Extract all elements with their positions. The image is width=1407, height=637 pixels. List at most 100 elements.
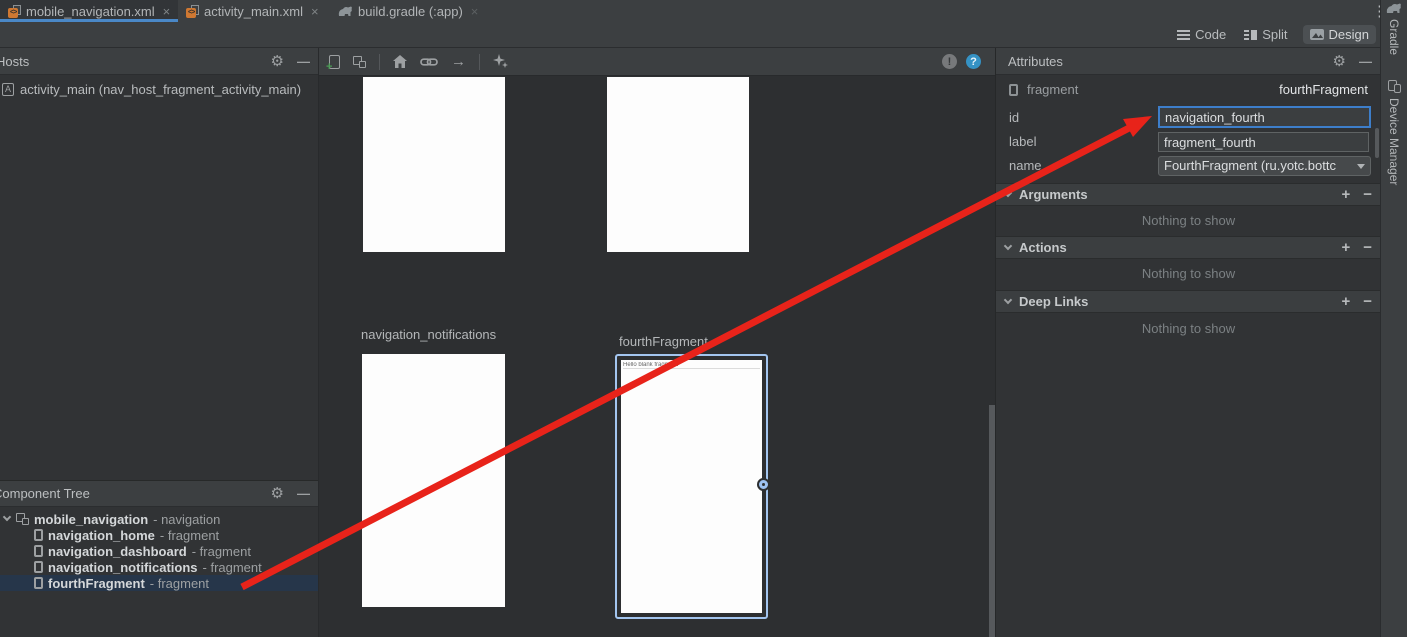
gradle-icon xyxy=(338,6,353,17)
selected-component-row: fragment fourthFragment xyxy=(996,75,1380,105)
design-icon xyxy=(1310,29,1324,40)
nested-graph-icon[interactable] xyxy=(353,56,366,68)
selection-action-handle[interactable] xyxy=(759,480,768,489)
hide-panel-icon[interactable]: — xyxy=(297,54,310,69)
auto-arrange-icon[interactable] xyxy=(493,54,508,69)
label-input[interactable] xyxy=(1158,132,1369,152)
xml-file-icon: <> xyxy=(8,5,21,18)
design-mode-button[interactable]: Design xyxy=(1303,25,1376,44)
destination-preview-notifications[interactable] xyxy=(362,354,505,607)
tab-activity-main[interactable]: <> activity_main.xml × xyxy=(178,0,330,22)
section-arguments[interactable]: Arguments + − xyxy=(996,183,1381,206)
tree-item-navigation-dashboard[interactable]: navigation_dashboard - fragment xyxy=(0,543,318,559)
section-title: Arguments xyxy=(1019,187,1088,202)
tree-item-navigation-home[interactable]: navigation_home - fragment xyxy=(0,527,318,543)
code-mode-button[interactable]: Code xyxy=(1174,25,1229,44)
fragment-icon xyxy=(1009,84,1018,96)
gradle-icon xyxy=(1386,3,1402,14)
tree-item-name: navigation_home xyxy=(48,528,155,543)
tab-label: build.gradle (:app) xyxy=(358,4,463,19)
fragment-icon xyxy=(34,529,43,541)
destination-preview-dashboard[interactable] xyxy=(607,77,749,252)
add-icon[interactable]: + xyxy=(1341,239,1350,256)
fragment-preview-text: Hello blank fragment xyxy=(623,362,760,369)
activity-icon: A xyxy=(2,83,14,96)
deep-link-icon[interactable] xyxy=(420,57,438,67)
tab-label: mobile_navigation.xml xyxy=(26,4,155,19)
remove-icon[interactable]: − xyxy=(1363,293,1372,310)
add-icon[interactable]: + xyxy=(1341,293,1350,310)
destination-preview-home[interactable] xyxy=(363,77,505,252)
attributes-scrollbar[interactable] xyxy=(1375,128,1379,158)
device-manager-icon xyxy=(1388,80,1401,93)
action-arrow-icon[interactable]: → xyxy=(451,54,466,69)
toolbar-separator xyxy=(479,54,480,70)
hosts-panel-title: Hosts xyxy=(0,54,29,69)
chevron-down-icon xyxy=(1004,296,1012,304)
add-icon[interactable]: + xyxy=(1341,186,1350,203)
split-mode-label: Split xyxy=(1262,27,1287,42)
id-field-label: id xyxy=(1009,110,1019,125)
split-mode-button[interactable]: Split xyxy=(1241,25,1290,44)
gear-icon[interactable]: ⚙ xyxy=(271,486,284,501)
hide-panel-icon[interactable]: — xyxy=(297,486,310,501)
close-icon[interactable]: × xyxy=(163,4,171,19)
tree-item-navigation-notifications[interactable]: navigation_notifications - fragment xyxy=(0,559,318,575)
android-studio-navigation-editor: <> mobile_navigation.xml × <> activity_m… xyxy=(0,0,1407,637)
deep-links-empty-text: Nothing to show xyxy=(996,321,1381,336)
tree-item-name: fourthFragment xyxy=(48,576,145,591)
tree-item-mobile-navigation[interactable]: mobile_navigation - navigation xyxy=(0,511,318,527)
hide-panel-icon[interactable]: — xyxy=(1359,54,1372,69)
device-manager-tool-button[interactable]: Device Manager xyxy=(1381,80,1407,185)
remove-icon[interactable]: − xyxy=(1363,239,1372,256)
chevron-down-icon[interactable] xyxy=(3,513,11,521)
gradle-tool-button[interactable]: Gradle xyxy=(1381,3,1407,55)
host-item-activity-main[interactable]: A activity_main (nav_host_fragment_activ… xyxy=(0,75,318,97)
tree-item-fourth-fragment[interactable]: fourthFragment - fragment xyxy=(0,575,318,591)
editor-mode-row: Code Split Design xyxy=(0,22,1380,48)
xml-file-icon: <> xyxy=(186,5,199,18)
tab-label: activity_main.xml xyxy=(204,4,303,19)
attributes-panel: Attributes ⚙ — fragment fourthFragment i… xyxy=(995,48,1380,637)
component-tree: mobile_navigation - navigation navigatio… xyxy=(0,507,318,591)
destination-label-notifications[interactable]: navigation_notifications xyxy=(361,327,496,342)
name-dropdown-value: FourthFragment (ru.yotc.bottc xyxy=(1164,158,1336,173)
section-deep-links[interactable]: Deep Links + − xyxy=(996,290,1381,313)
close-icon[interactable]: × xyxy=(311,4,319,19)
warning-icon[interactable]: ! xyxy=(942,54,957,69)
destination-preview-fourth-selected[interactable]: Hello blank fragment xyxy=(615,354,768,619)
tree-item-type: - fragment xyxy=(203,560,262,575)
chevron-down-icon xyxy=(1357,164,1365,169)
tool-window-strip: Gradle Device Manager xyxy=(1380,0,1407,637)
help-icon[interactable]: ? xyxy=(966,54,981,69)
name-field-label: name xyxy=(1009,158,1042,173)
destination-label-fourth[interactable]: fourthFragment xyxy=(619,334,708,349)
fragment-icon xyxy=(34,577,43,589)
toolbar-separator xyxy=(379,54,380,70)
navigation-graph-icon xyxy=(16,513,29,525)
code-icon xyxy=(1177,30,1190,40)
component-tree-header: Component Tree ⚙ — xyxy=(0,480,318,507)
chevron-down-icon xyxy=(1004,242,1012,250)
design-toolbar: + → ! ? xyxy=(318,48,995,76)
gear-icon[interactable]: ⚙ xyxy=(271,54,284,69)
tree-item-name: navigation_notifications xyxy=(48,560,198,575)
arguments-empty-text: Nothing to show xyxy=(996,213,1381,228)
home-icon[interactable] xyxy=(393,55,407,68)
gradle-tool-label: Gradle xyxy=(1387,19,1401,55)
code-mode-label: Code xyxy=(1195,27,1226,42)
actions-empty-text: Nothing to show xyxy=(996,266,1381,281)
navigation-graph-canvas[interactable]: navigation_notifications fourthFragment … xyxy=(318,76,995,637)
id-input[interactable] xyxy=(1158,106,1371,128)
tab-mobile-navigation[interactable]: <> mobile_navigation.xml × xyxy=(0,0,178,22)
tab-build-gradle[interactable]: build.gradle (:app) × xyxy=(330,0,482,22)
section-title: Deep Links xyxy=(1019,294,1088,309)
name-dropdown[interactable]: FourthFragment (ru.yotc.bottc xyxy=(1158,156,1371,176)
fragment-icon xyxy=(34,545,43,557)
section-actions[interactable]: Actions + − xyxy=(996,236,1381,259)
label-field-label: label xyxy=(1009,134,1036,149)
new-destination-icon[interactable]: + xyxy=(329,55,340,69)
close-icon[interactable]: × xyxy=(471,4,479,19)
remove-icon[interactable]: − xyxy=(1363,186,1372,203)
gear-icon[interactable]: ⚙ xyxy=(1333,54,1346,69)
